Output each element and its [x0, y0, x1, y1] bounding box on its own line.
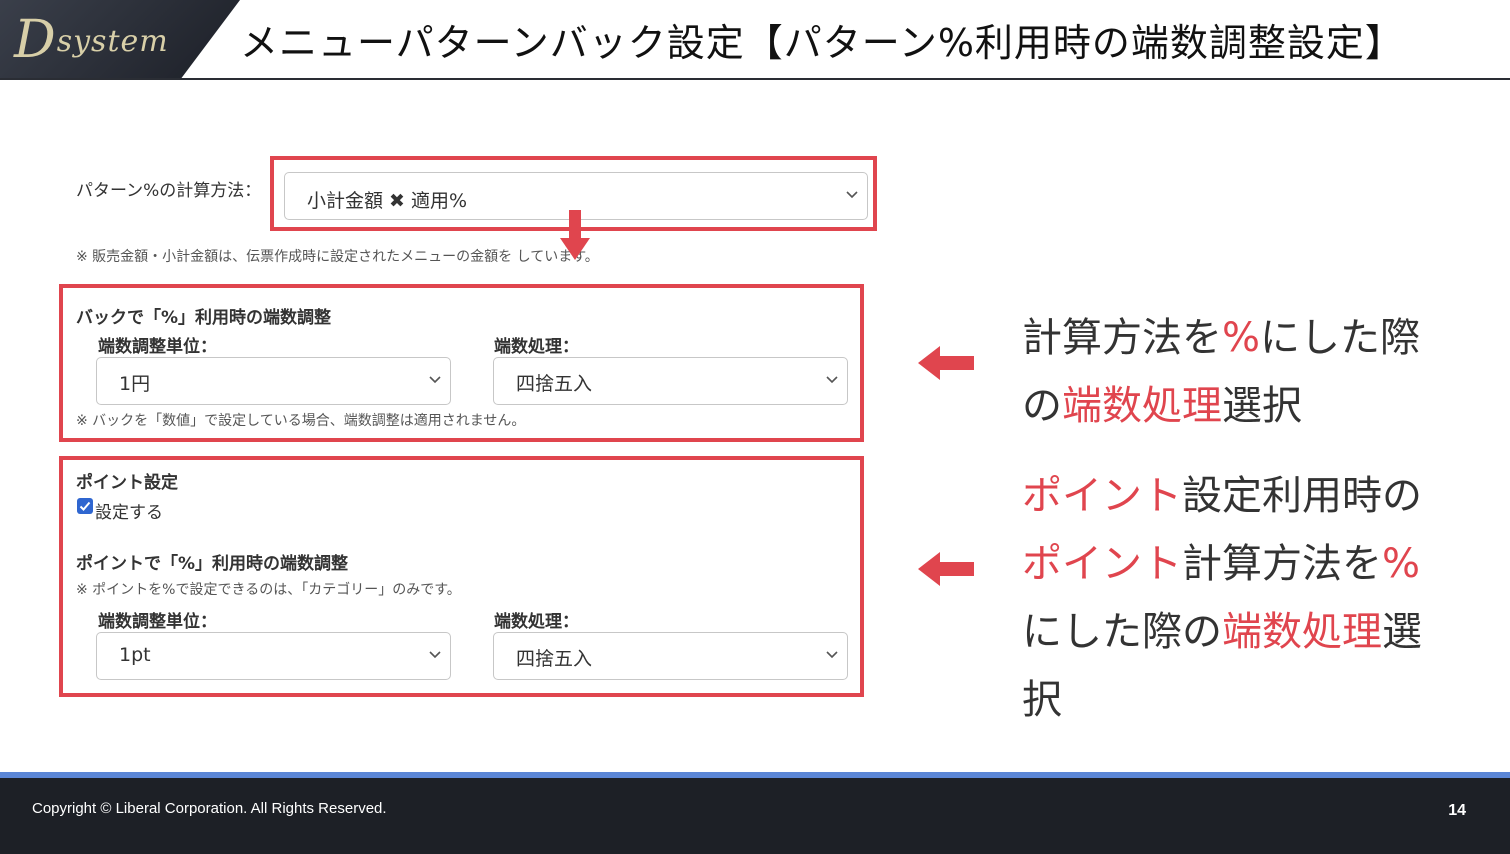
- logo-text: system: [56, 24, 169, 59]
- arrow-down-icon: [560, 210, 590, 260]
- annotation-line: ポイント計算方法を%: [1022, 541, 1421, 587]
- arrow-left-icon: [918, 552, 974, 586]
- annotation-line: 計算方法を%にした際: [1022, 315, 1421, 361]
- copyright-text: Copyright © Liberal Corporation. All Rig…: [32, 800, 387, 817]
- calc-method-label: パターン%の計算方法：: [76, 181, 262, 201]
- header-divider: [0, 78, 1510, 80]
- annotation-line: の端数処理選択: [1022, 383, 1302, 429]
- highlight-box-point-section: [59, 456, 864, 697]
- highlight-box-back-section: [59, 284, 864, 442]
- annotation-back-rounding: 計算方法を%にした際 の端数処理選択: [1022, 304, 1462, 440]
- slide-title: メニューパターンバック設定【パターン%利用時の端数調整設定】: [240, 21, 1404, 65]
- slide-header: Dsystem メニューパターンバック設定【パターン%利用時の端数調整設定】: [0, 0, 1510, 80]
- page-number: 14: [1448, 802, 1466, 819]
- annotation-line: 択: [1022, 677, 1062, 723]
- arrow-left-icon: [918, 346, 974, 380]
- annotation-point-rounding: ポイント設定利用時の ポイント計算方法を% にした際の端数処理選 択: [1022, 462, 1462, 734]
- annotation-line: にした際の端数処理選: [1022, 609, 1422, 655]
- annotation-line: ポイント設定利用時の: [1022, 473, 1422, 519]
- logo: Dsystem: [14, 10, 169, 70]
- slide-footer: Copyright © Liberal Corporation. All Rig…: [0, 778, 1510, 854]
- calc-method-note: ※ 販売金額・小計金額は、伝票作成時に設定されたメニューの金額を しています。: [76, 249, 599, 265]
- logo-block: Dsystem: [0, 0, 240, 80]
